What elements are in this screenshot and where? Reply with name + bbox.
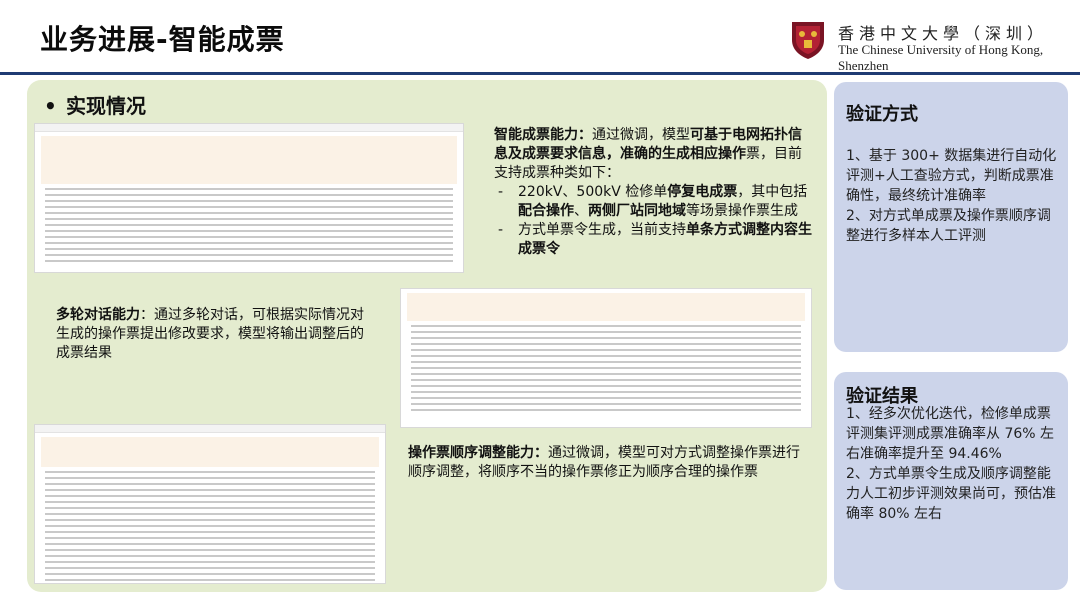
code-line bbox=[45, 531, 375, 533]
verify-result-text: 1、经多次优化迭代，检修单成票评测集评测成票准确率从 76% 左右准确率提升至 … bbox=[846, 404, 1058, 524]
code-line bbox=[45, 579, 375, 581]
ability-item-text: 方式单票令生成，当前支持 bbox=[518, 222, 686, 238]
code-line bbox=[45, 537, 375, 539]
code-line bbox=[45, 543, 375, 545]
code-line bbox=[411, 385, 801, 387]
code-line bbox=[411, 397, 801, 399]
ability-item-bold: 两侧厂站同地域 bbox=[588, 203, 686, 219]
screenshot-multi-turn bbox=[400, 288, 812, 428]
code-line bbox=[411, 361, 801, 363]
verify-method-line: 2、对方式单成票及操作票顺序调整进行多样本人工评测 bbox=[846, 208, 1051, 244]
code-line bbox=[45, 188, 453, 190]
code-line bbox=[45, 254, 453, 256]
ability-text-1: 通过微调，模型 bbox=[592, 127, 690, 143]
reorder-lead: 操作票顺序调整能力： bbox=[408, 445, 548, 461]
ability-item-bold: 配合操作 bbox=[518, 203, 574, 219]
code-line bbox=[45, 495, 375, 497]
screenshot-prompt-block bbox=[41, 136, 457, 184]
code-line bbox=[45, 501, 375, 503]
code-line bbox=[411, 331, 801, 333]
verify-method-title: 验证方式 bbox=[846, 104, 918, 125]
multi-turn-description: 多轮对话能力：通过多轮对话，可根据实际情况对生成的操作票提出修改要求，模型将输出… bbox=[56, 306, 374, 363]
code-line bbox=[45, 477, 375, 479]
ability-item: 方式单票令生成，当前支持单条方式调整内容生成票令 bbox=[494, 221, 812, 259]
code-line bbox=[45, 194, 453, 196]
code-line bbox=[411, 373, 801, 375]
code-line bbox=[411, 337, 801, 339]
code-line bbox=[45, 206, 453, 208]
reorder-description: 操作票顺序调整能力：通过微调，模型可对方式调整操作票进行顺序调整，将顺序不当的操… bbox=[408, 444, 804, 482]
code-line bbox=[45, 561, 375, 563]
bullet-marker: • bbox=[44, 94, 57, 118]
code-line bbox=[411, 409, 801, 411]
code-line bbox=[411, 343, 801, 345]
screenshot-prompt-block bbox=[407, 293, 805, 321]
ability-item-text: 等场景操作票生成 bbox=[686, 203, 798, 219]
code-line bbox=[45, 549, 375, 551]
code-line bbox=[45, 248, 453, 250]
verify-result-line: 2、方式单票令生成及顺序调整能力人工初步评测效果尚可，预估准确率 80% 左右 bbox=[846, 466, 1056, 522]
code-line bbox=[45, 573, 375, 575]
verify-method-text: 1、基于 300+ 数据集进行自动化评测+人工查验方式，判断成票准确性，最终统计… bbox=[846, 146, 1058, 246]
ability-item-text: 220kV、500kV 检修单 bbox=[518, 184, 668, 200]
code-line bbox=[411, 403, 801, 405]
ability-lead: 智能成票能力： bbox=[494, 127, 592, 143]
screenshot-ticket-generation bbox=[34, 123, 464, 273]
ability-item-bold: 停复电成票 bbox=[667, 184, 738, 200]
code-line bbox=[411, 391, 801, 393]
slide-title: 业务进展-智能成票 bbox=[40, 23, 285, 56]
code-line bbox=[45, 242, 453, 244]
ability-item: 220kV、500kV 检修单停复电成票，其中包括配合操作、两侧厂站同地域等场景… bbox=[494, 183, 812, 221]
code-line bbox=[45, 483, 375, 485]
ability-description: 智能成票能力：通过微调，模型可基于电网拓扑信息及成票要求信息，准确的生成相应操作… bbox=[494, 126, 812, 259]
verify-result-line: 1、经多次优化迭代，检修单成票评测集评测成票准确率从 76% 左右准确率提升至 … bbox=[846, 406, 1055, 462]
code-line bbox=[45, 567, 375, 569]
multi-turn-lead: 多轮对话能力 bbox=[56, 307, 140, 323]
section-title-text: 实现情况 bbox=[66, 94, 146, 118]
screenshot-order-adjust bbox=[34, 424, 386, 584]
code-line bbox=[45, 519, 375, 521]
code-line bbox=[411, 355, 801, 357]
university-name-cn: 香港中文大學（深圳） bbox=[838, 24, 1049, 43]
screenshot-header-bar bbox=[35, 425, 385, 433]
code-line bbox=[411, 379, 801, 381]
code-line bbox=[411, 349, 801, 351]
code-line bbox=[45, 236, 453, 238]
code-line bbox=[45, 200, 453, 202]
verify-method-line: 1、基于 300+ 数据集进行自动化评测+人工查验方式，判断成票准确性，最终统计… bbox=[846, 148, 1057, 204]
code-line bbox=[45, 230, 453, 232]
ability-list: 220kV、500kV 检修单停复电成票，其中包括配合操作、两侧厂站同地域等场景… bbox=[494, 183, 812, 259]
code-line bbox=[45, 218, 453, 220]
code-line bbox=[45, 224, 453, 226]
ability-intro: 智能成票能力：通过微调，模型可基于电网拓扑信息及成票要求信息，准确的生成相应操作… bbox=[494, 126, 812, 183]
ability-item-text: ，其中包括 bbox=[737, 184, 808, 200]
screenshot-prompt-block bbox=[41, 437, 379, 467]
code-line bbox=[45, 212, 453, 214]
university-logo bbox=[792, 22, 824, 59]
code-line bbox=[411, 367, 801, 369]
code-line bbox=[45, 489, 375, 491]
code-line bbox=[45, 260, 453, 262]
screenshot-header-bar bbox=[35, 124, 463, 132]
code-line bbox=[411, 325, 801, 327]
section-title: • 实现情况 bbox=[44, 90, 146, 119]
code-line bbox=[45, 513, 375, 515]
code-line bbox=[45, 507, 375, 509]
code-line bbox=[45, 555, 375, 557]
title-divider bbox=[0, 72, 1080, 75]
code-line bbox=[45, 525, 375, 527]
university-name-en: The Chinese University of Hong Kong, She… bbox=[838, 42, 1044, 73]
ability-item-text: 、 bbox=[574, 203, 588, 219]
code-line bbox=[45, 471, 375, 473]
